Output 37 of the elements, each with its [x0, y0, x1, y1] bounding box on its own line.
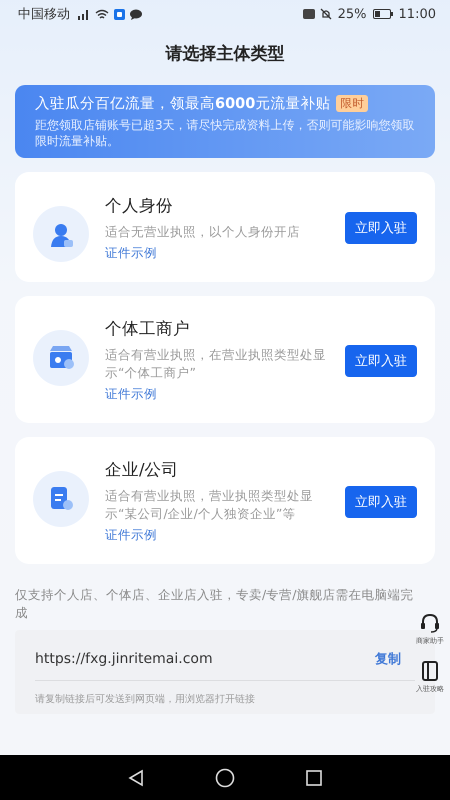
option-title: 个人身份 — [105, 194, 173, 216]
battery-percent: 25% — [338, 6, 367, 22]
clock-time: 11:00 — [398, 6, 436, 22]
support-note: 仅支持个人店、个体店、企业店入驻，专卖/专营/旗舰店需在电脑端完成 — [15, 586, 414, 622]
copy-hint: 请复制链接后可发送到网页端，用浏览器打开链接 — [35, 692, 256, 706]
sample-link[interactable]: 证件示例 — [105, 527, 157, 544]
page-title: 请选择主体类型 — [164, 43, 286, 65]
recents-icon[interactable] — [305, 768, 323, 786]
limited-badge: 限时 — [336, 95, 368, 112]
option-description: 适合有营业执照，在营业执照类型处显示“个体工商户” — [105, 346, 327, 382]
back-icon[interactable] — [127, 768, 145, 786]
person-icon — [48, 221, 74, 247]
banner-headline: 入驻瓜分百亿流量，领最高6000元流量补贴 — [35, 94, 330, 113]
signal-icon — [76, 8, 90, 20]
document-icon — [48, 486, 74, 512]
mute-bell-icon — [320, 8, 332, 20]
battery-icon — [372, 9, 393, 19]
copy-link[interactable]: 复制 — [375, 650, 401, 668]
banner-message: 距您领取店铺账号已超3天，请尽快完成资料上传，否则可能影响您领取限时流量补贴。 — [35, 117, 415, 149]
sample-link[interactable]: 证件示例 — [105, 386, 157, 403]
option-title: 企业/公司 — [105, 459, 179, 481]
chat-icon — [130, 8, 142, 20]
sample-link[interactable]: 证件示例 — [105, 244, 157, 262]
option-description: 适合有营业执照，营业执照类型处显示“某公司/企业/个人独资企业”等 — [105, 487, 314, 523]
option-description: 适合无营业执照，以个人身份开店 — [105, 222, 300, 240]
option-title: 个体工商户 — [105, 318, 190, 340]
storefront-icon — [48, 345, 74, 371]
carrier-name: 中国移动 — [18, 6, 70, 23]
join-button[interactable]: 立即入驻 — [345, 486, 417, 518]
headset-icon — [419, 612, 441, 634]
url-text: https://fxg.jinritemai.com — [35, 651, 214, 667]
app-icon — [114, 8, 125, 20]
home-icon[interactable] — [215, 768, 235, 788]
wifi-icon — [95, 8, 109, 20]
join-button[interactable]: 立即入驻 — [345, 212, 417, 244]
book-icon — [419, 660, 441, 682]
join-button[interactable]: 立即入驻 — [345, 344, 417, 376]
